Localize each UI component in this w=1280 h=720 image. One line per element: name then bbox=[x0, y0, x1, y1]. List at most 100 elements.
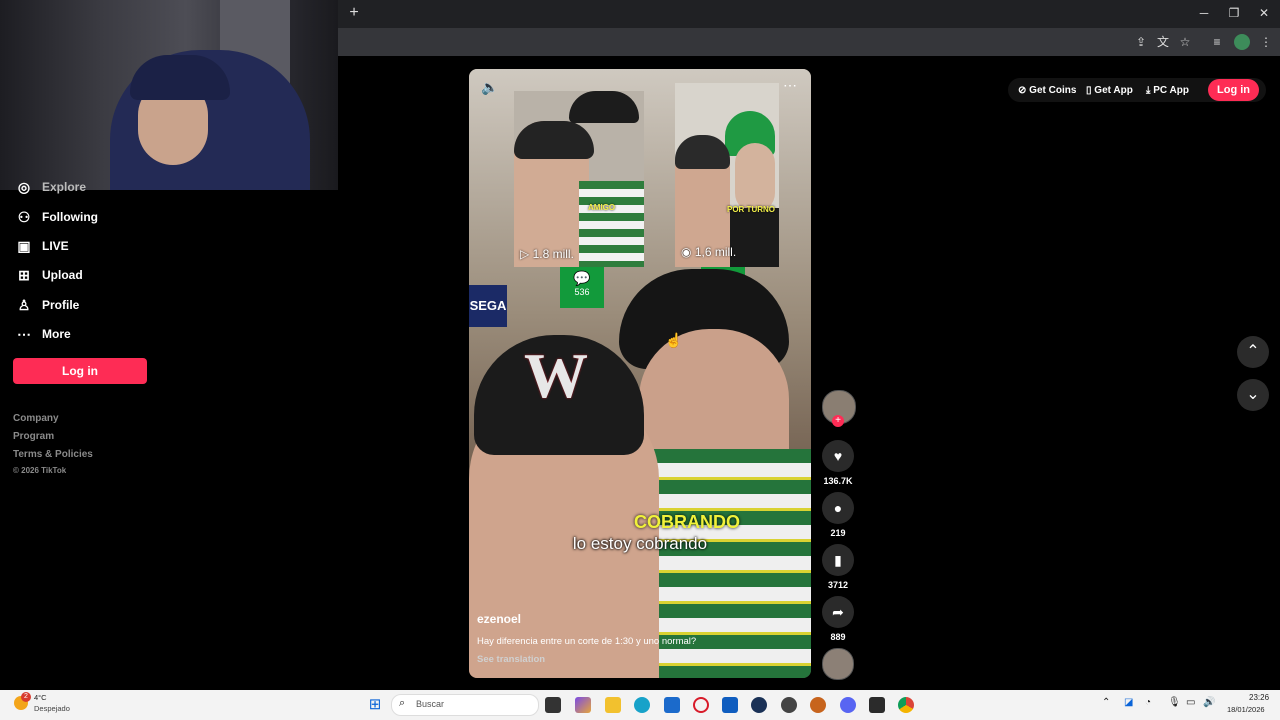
get-coins-link[interactable]: ⊘ Get Coins bbox=[1018, 84, 1076, 98]
windows-start-icon[interactable]: ⊞ bbox=[367, 697, 383, 713]
footer-link-company[interactable]: Company bbox=[13, 413, 59, 424]
translate-icon[interactable]: 文 bbox=[1155, 34, 1171, 50]
minimize-button[interactable]: ─ bbox=[1196, 5, 1212, 21]
launcher-icon[interactable] bbox=[869, 697, 885, 713]
tray-app2-icon[interactable]: ◔ bbox=[1145, 697, 1151, 708]
weather-desc: Despejado bbox=[34, 704, 70, 713]
get-app-link[interactable]: ▯ Get App bbox=[1086, 84, 1133, 98]
explore-icon: ◎ bbox=[17, 180, 31, 194]
tray-chevron-up-icon[interactable]: ⌃ bbox=[1102, 697, 1110, 708]
media-control-icon[interactable]: ≡ bbox=[1209, 34, 1225, 50]
footer-link-terms[interactable]: Terms & Policies bbox=[13, 449, 93, 460]
task-view-icon[interactable] bbox=[545, 697, 561, 713]
store-icon[interactable] bbox=[664, 697, 680, 713]
views-label: 1,6 mill. bbox=[694, 245, 737, 259]
comment-bubble-icon: ● bbox=[833, 500, 843, 516]
inset-video-right: POR TURNO ◉ 1,6 mill. bbox=[675, 83, 779, 267]
app-icon[interactable] bbox=[781, 697, 797, 713]
tray-app-icon[interactable]: ◪ bbox=[1124, 697, 1133, 708]
steam-icon[interactable] bbox=[751, 697, 767, 713]
footer-link-program[interactable]: Program bbox=[13, 431, 54, 442]
file-explorer-icon[interactable] bbox=[605, 697, 621, 713]
mute-icon[interactable]: 🔈 bbox=[481, 79, 498, 96]
weather-temp: 4°C bbox=[34, 693, 47, 702]
profile-avatar-icon[interactable] bbox=[1234, 34, 1250, 50]
video-player[interactable]: SEGA AMIGO ▷ 1.8 mill. 💬 536 POR TURNO ◉… bbox=[469, 69, 811, 678]
chevron-up-icon: ⌃ bbox=[1246, 343, 1260, 360]
upload-icon: ⊞ bbox=[18, 266, 30, 283]
get-app-label: Get App bbox=[1094, 85, 1133, 96]
video-description: Hay diferencia entre un corte de 1:30 y … bbox=[477, 636, 697, 647]
sidebar-item-profile[interactable]: ♙ Profile bbox=[13, 292, 80, 318]
eye-icon: ◉ bbox=[681, 245, 692, 259]
see-translation-link[interactable]: See translation bbox=[477, 654, 545, 665]
sega-sign: SEGA bbox=[469, 285, 507, 327]
sound-disc[interactable] bbox=[822, 648, 854, 680]
clock-time[interactable]: 23:26 bbox=[1249, 693, 1269, 702]
video-more-icon[interactable]: ⋯ bbox=[783, 77, 797, 94]
comment-icon: 💬 bbox=[573, 270, 591, 286]
follow-plus-icon[interactable]: + bbox=[832, 415, 844, 427]
overlay-text: COBRANDO bbox=[634, 512, 740, 532]
sidebar-item-label: LIVE bbox=[42, 239, 69, 253]
profile-icon: ♙ bbox=[17, 296, 31, 313]
new-tab-button[interactable]: + bbox=[346, 5, 362, 21]
inset-banner-right: POR TURNO bbox=[727, 205, 775, 214]
download-icon: ⤓ bbox=[1146, 85, 1151, 96]
chevron-down-icon: ⌄ bbox=[1246, 386, 1260, 403]
chrome-icon[interactable] bbox=[898, 697, 914, 713]
play-icon: ▷ bbox=[520, 247, 530, 261]
network-icon[interactable]: ▭ bbox=[1186, 697, 1195, 708]
sidebar-item-live[interactable]: ▣ LIVE bbox=[13, 233, 69, 259]
copilot-icon[interactable] bbox=[575, 697, 591, 713]
webcam-overlay bbox=[0, 0, 338, 190]
microphone-icon[interactable]: 🎙 bbox=[1168, 697, 1181, 708]
next-video-button[interactable]: ⌄ bbox=[1237, 379, 1269, 411]
sidebar-item-label: More bbox=[42, 327, 71, 341]
live-icon: ▣ bbox=[17, 237, 31, 254]
video-author[interactable]: ezenoel bbox=[477, 612, 521, 626]
phone-icon: ▯ bbox=[1086, 85, 1092, 96]
install-app-icon[interactable]: ⇪ bbox=[1133, 34, 1149, 50]
sidebar-login-button[interactable]: Log in bbox=[13, 358, 147, 384]
sidebar-item-more[interactable]: ⋯ More bbox=[13, 321, 71, 347]
opera-icon[interactable] bbox=[693, 697, 709, 713]
copyright: © 2026 TikTok bbox=[13, 466, 67, 475]
pc-app-link[interactable]: ⤓ PC App bbox=[1146, 84, 1189, 98]
search-placeholder: Buscar bbox=[416, 699, 445, 709]
video-caption: lo estoy cobrando bbox=[572, 534, 708, 553]
cap-logo: W bbox=[524, 340, 588, 411]
discord-icon[interactable] bbox=[840, 697, 856, 713]
close-window-button[interactable]: ✕ bbox=[1256, 5, 1272, 21]
share-arrow-icon: ➦ bbox=[832, 603, 844, 620]
sidebar-item-upload[interactable]: ⊞ Upload bbox=[13, 262, 83, 288]
outlook-icon[interactable] bbox=[722, 697, 738, 713]
inset-views-right: ◉ 1,6 mill. bbox=[681, 245, 736, 259]
comment-button[interactable]: ● bbox=[822, 492, 854, 524]
taskbar-search[interactable] bbox=[391, 694, 539, 716]
inset-video-left: AMIGO ▷ 1.8 mill. bbox=[514, 91, 644, 267]
search-icon: ⌕ bbox=[399, 697, 406, 709]
game-icon[interactable] bbox=[810, 697, 826, 713]
volume-icon[interactable]: 🔊 bbox=[1203, 697, 1215, 708]
maximize-button[interactable]: ❐ bbox=[1226, 5, 1242, 21]
edge-icon[interactable] bbox=[634, 697, 650, 713]
sidebar-item-label: Explore bbox=[42, 180, 87, 194]
save-count: 3712 bbox=[827, 580, 849, 590]
sidebar-item-explore[interactable]: ◎ Explore bbox=[13, 180, 86, 194]
like-button[interactable]: ♥ bbox=[822, 440, 854, 472]
pc-app-label: PC App bbox=[1153, 85, 1189, 96]
previous-video-button[interactable]: ⌃ bbox=[1237, 336, 1269, 368]
weather-badge: 2 bbox=[21, 692, 31, 702]
comment-count: 219 bbox=[830, 528, 846, 538]
following-icon: ⚇ bbox=[17, 208, 31, 225]
share-button[interactable]: ➦ bbox=[822, 596, 854, 628]
header-login-button[interactable]: Log in bbox=[1208, 79, 1259, 101]
browser-menu-icon[interactable]: ⋮ bbox=[1258, 34, 1274, 50]
inset-comment-count-left: 536 bbox=[574, 287, 590, 297]
sidebar-item-following[interactable]: ⚇ Following bbox=[13, 204, 98, 230]
sidebar-item-label: Profile bbox=[42, 298, 80, 312]
clock-date[interactable]: 18/01/2026 bbox=[1227, 705, 1265, 714]
bookmark-star-icon[interactable]: ☆ bbox=[1177, 34, 1193, 50]
save-button[interactable]: ▮ bbox=[822, 544, 854, 576]
